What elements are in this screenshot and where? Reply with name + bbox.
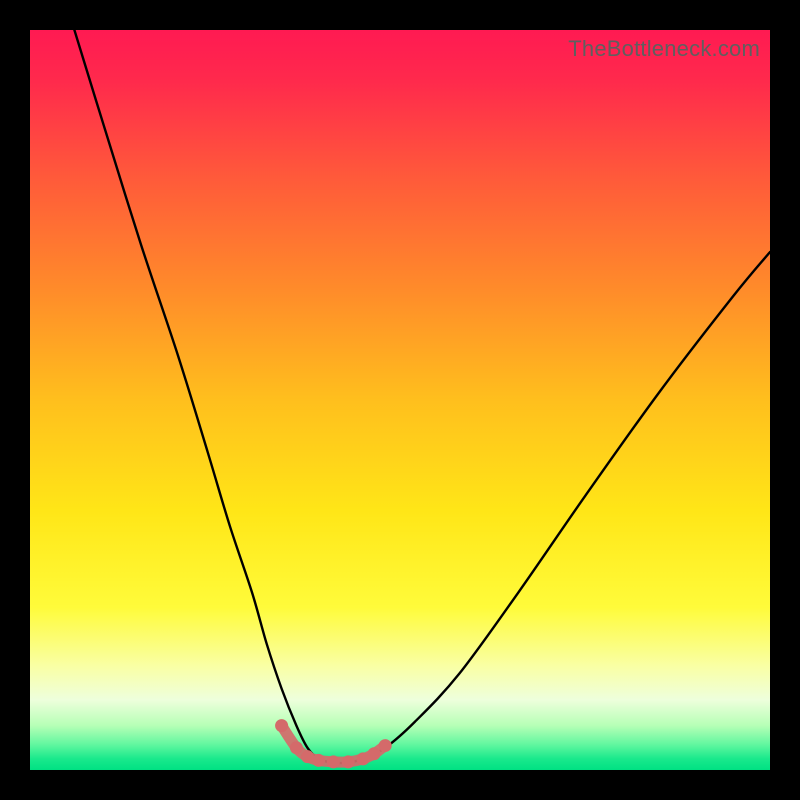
highlight-point (357, 752, 370, 765)
plot-area: TheBottleneck.com (30, 30, 770, 770)
bottom-highlight-dots (275, 719, 392, 768)
chart-frame: TheBottleneck.com (0, 0, 800, 800)
highlight-point (290, 741, 303, 754)
watermark-text: TheBottleneck.com (568, 36, 760, 62)
highlight-point (312, 754, 325, 767)
highlight-point (275, 719, 288, 732)
curve-layer (30, 30, 770, 770)
highlight-point (301, 750, 314, 763)
highlight-point (342, 755, 355, 768)
highlight-point (368, 747, 381, 760)
bottleneck-curve (74, 30, 770, 763)
highlight-point (327, 755, 340, 768)
highlight-point (379, 739, 392, 752)
